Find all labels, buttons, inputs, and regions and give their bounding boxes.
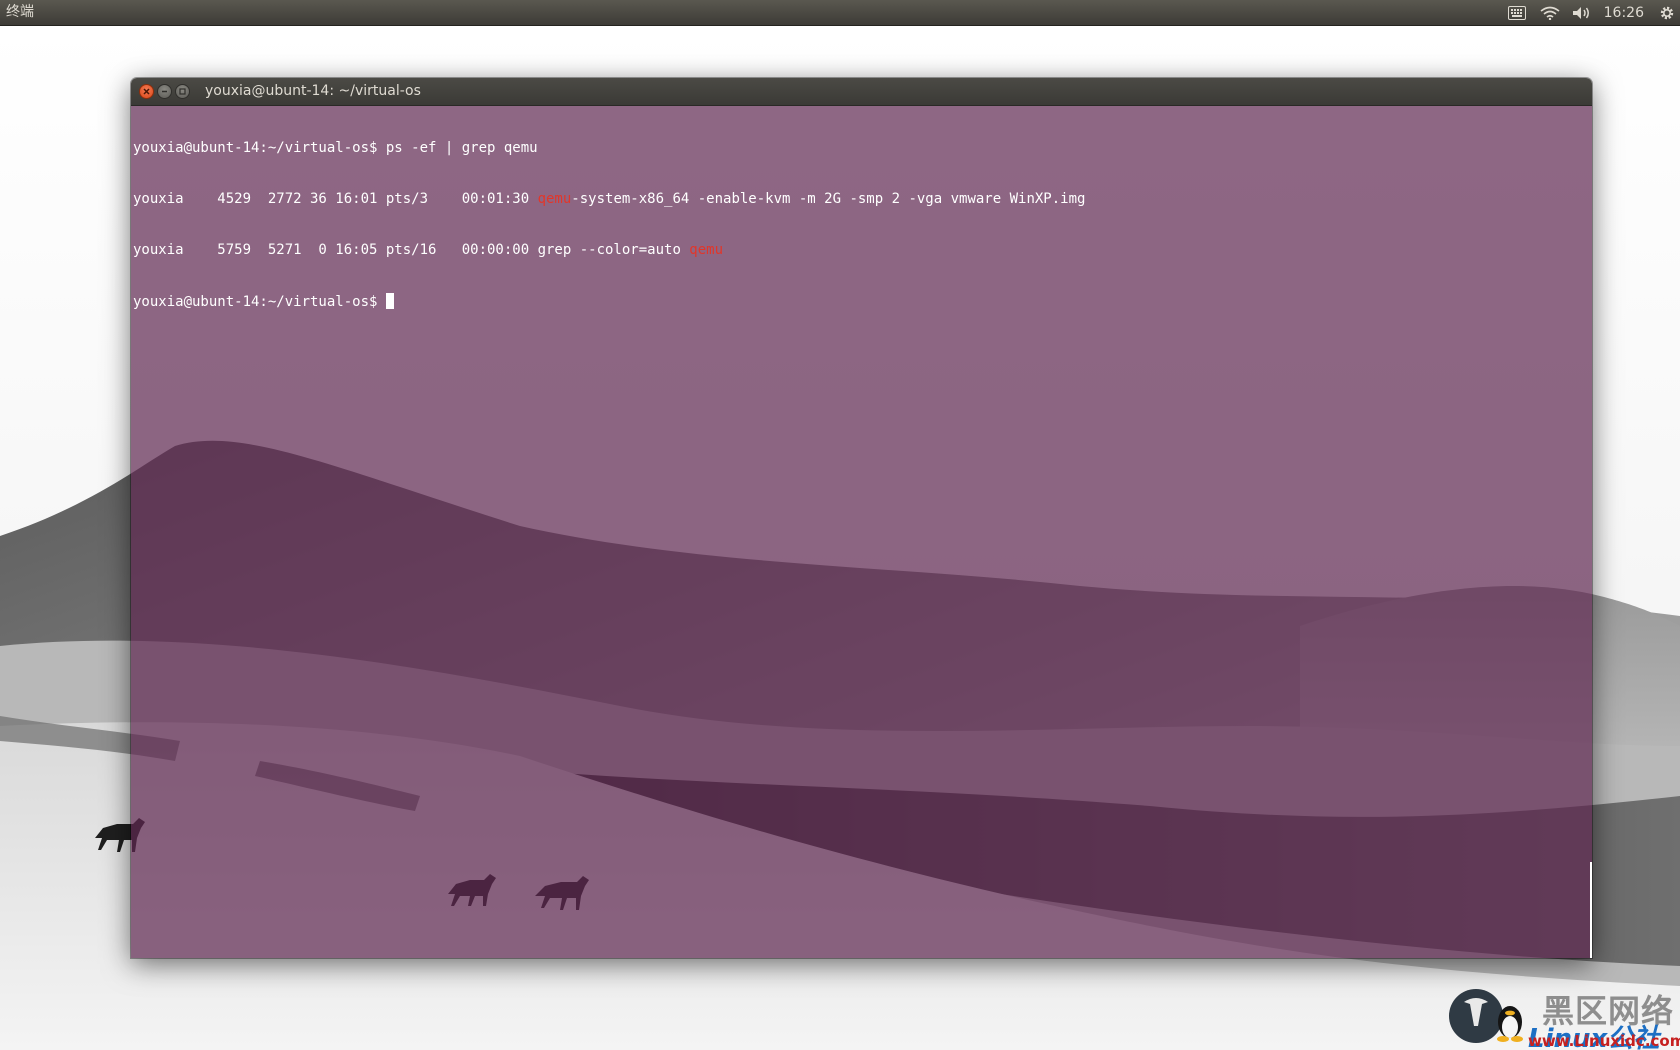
gear-icon[interactable] (1654, 0, 1680, 25)
line-text: youxia 5759 5271 0 16:05 pts/16 00:00:00… (133, 242, 690, 258)
text-cursor (385, 293, 394, 309)
top-panel: 终端 16:26 (0, 0, 1680, 26)
line-text: youxia 4529 2772 36 16:01 pts/3 00:01:30 (133, 191, 538, 207)
keyboard-icon[interactable] (1500, 0, 1534, 25)
clock[interactable]: 16:26 (1598, 0, 1654, 25)
window-title: youxia@ubunt-14: ~/virtual-os (205, 83, 421, 99)
window-titlebar[interactable]: youxia@ubunt-14: ~/virtual-os (131, 78, 1592, 106)
volume-icon[interactable] (1566, 0, 1598, 25)
terminal-line-2: youxia 4529 2772 36 16:01 pts/3 00:01:30… (133, 191, 1590, 208)
watermark-logo-icon (1449, 989, 1523, 1043)
prompt: youxia@ubunt-14:~/virtual-os$ (133, 294, 386, 310)
maximize-button[interactable] (175, 84, 190, 99)
terminal-window: youxia@ubunt-14: ~/virtual-os youxia@ubu… (131, 78, 1592, 958)
minimize-button[interactable] (157, 84, 172, 99)
maximize-icon (179, 88, 186, 95)
close-button[interactable] (139, 84, 154, 99)
terminal-prompt-line[interactable]: youxia@ubunt-14:~/virtual-os$ (133, 293, 1590, 310)
terminal-line-3: youxia 5759 5271 0 16:05 pts/16 00:00:00… (133, 242, 1590, 259)
close-icon (143, 88, 150, 95)
terminal-output[interactable]: youxia@ubunt-14:~/virtual-os$ ps -ef | g… (131, 106, 1592, 958)
indicator-area: 16:26 (1500, 0, 1680, 25)
grep-match: qemu (689, 242, 724, 258)
wifi-icon[interactable] (1534, 0, 1566, 25)
terminal-line-1: youxia@ubunt-14:~/virtual-os$ ps -ef | g… (133, 140, 1590, 157)
watermark-url: www.Linuxidc.com (1528, 1032, 1680, 1050)
line-text: youxia@ubunt-14:~/virtual-os$ ps -ef | g… (133, 140, 538, 156)
minimize-icon (162, 90, 167, 93)
app-title[interactable]: 终端 (6, 3, 34, 22)
scrollbar[interactable] (1590, 862, 1592, 958)
grep-match: qemu (537, 191, 572, 207)
watermark: 黑区网络 Linux公社 www.Linuxidc.com (1448, 982, 1680, 1050)
line-text: -system-x86_64 -enable-kvm -m 2G -smp 2 … (571, 191, 1086, 207)
